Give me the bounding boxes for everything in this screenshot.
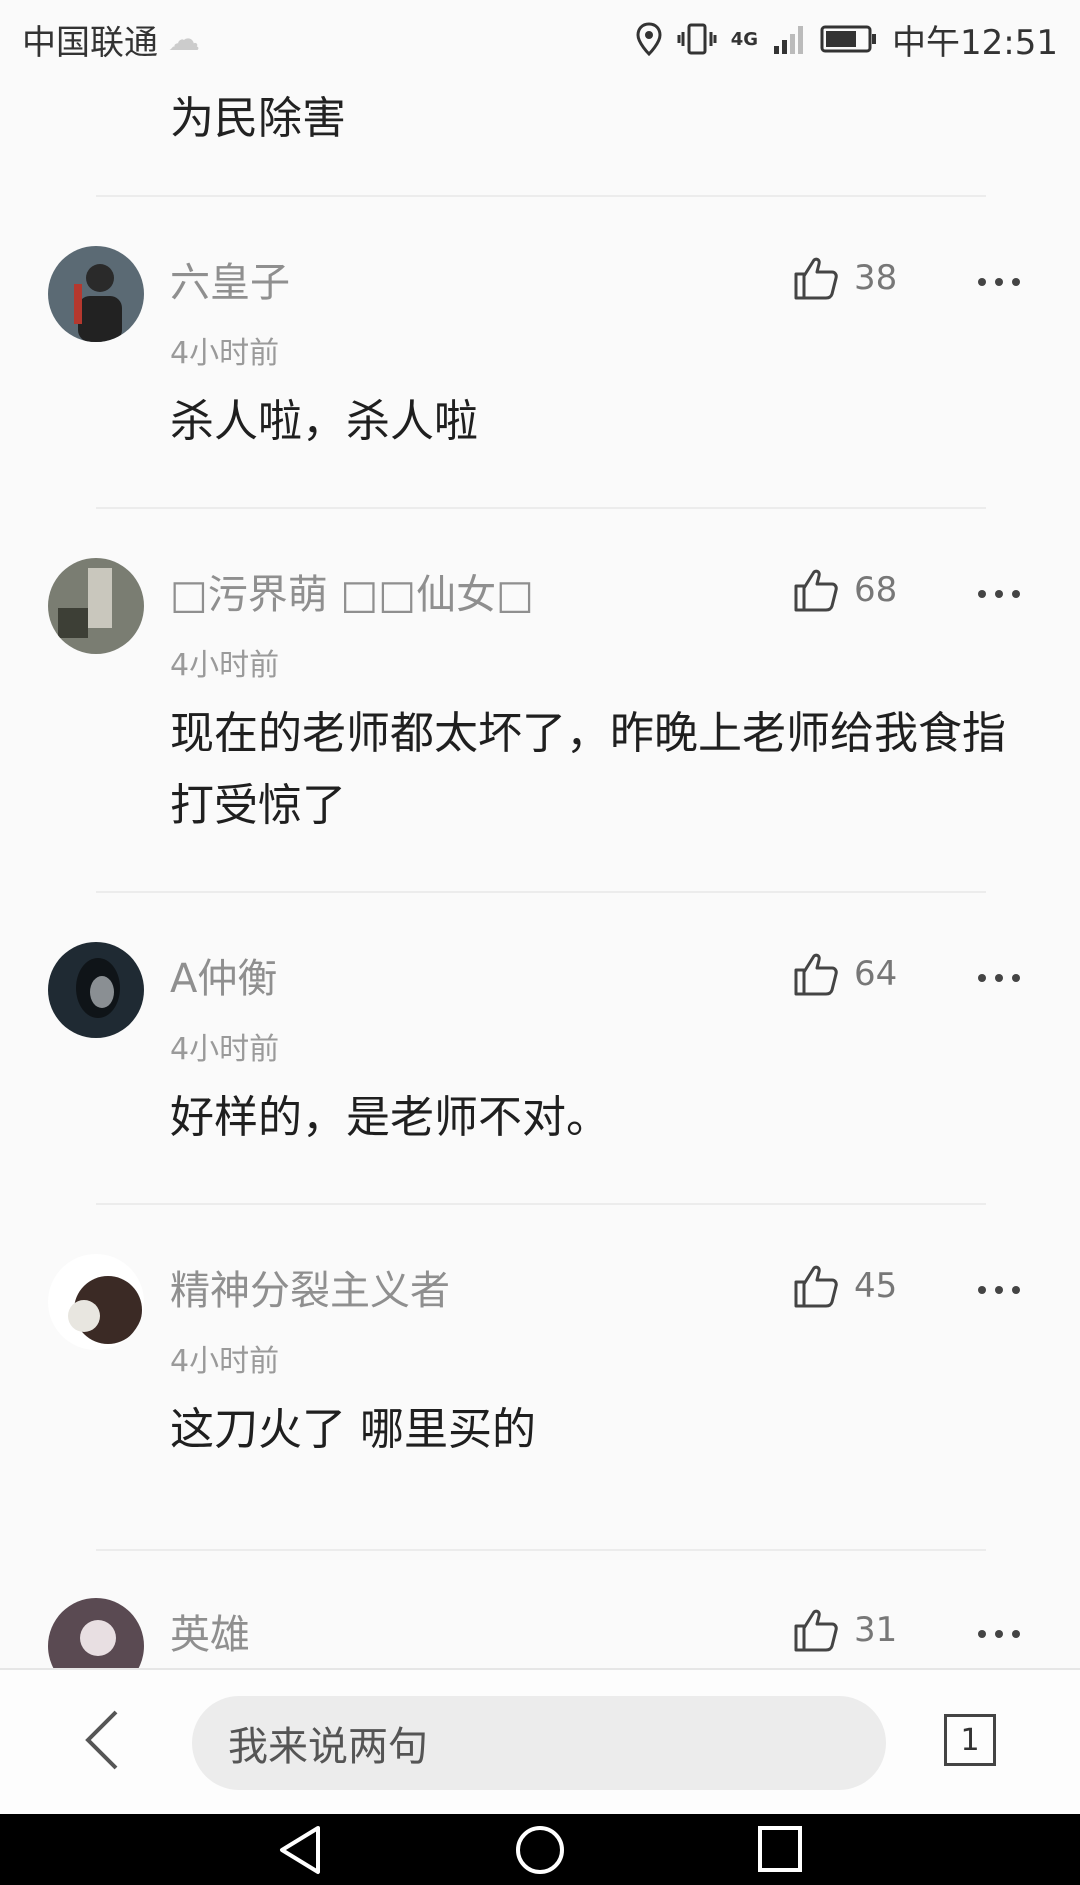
avatar[interactable] [48,942,144,1038]
like-count: 68 [854,570,898,610]
comment-item: 英雄 31 [0,1598,1080,1668]
status-bar: 中国联通 ☁ 4G 中午12:51 [0,0,1080,78]
divider [96,1203,986,1205]
avatar[interactable] [48,558,144,654]
status-right: 4G 中午12:51 [635,15,1058,64]
like-count: 31 [854,1610,898,1650]
comment-count-button[interactable]: 1 [944,1714,996,1766]
thumbs-up-icon [794,257,838,300]
username[interactable]: 英雄 [170,1602,250,1660]
signal-icon [774,26,804,54]
chevron-left-icon [85,1710,118,1770]
comment-text: 这刀火了 哪里买的 [170,1404,536,1455]
avatar[interactable] [48,246,144,342]
location-icon [636,22,662,56]
comment-input-placeholder: 我来说两句 [228,1724,428,1770]
username[interactable]: 精神分裂主义者 [170,1258,450,1316]
comment-time: 4小时前 [170,1032,280,1067]
username[interactable]: A仲衡 [170,946,277,1004]
vibrate-icon [677,23,717,55]
like-button[interactable]: 38 [792,254,897,302]
carrier-label: 中国联通 [22,22,158,63]
comment-count: 1 [960,1722,980,1758]
divider [96,507,986,509]
avatar[interactable] [48,1598,144,1668]
nav-recents-icon[interactable] [756,1824,804,1876]
comment-input-bar: 我来说两句 1 [0,1668,1080,1816]
comment-input[interactable]: 我来说两句 [192,1696,886,1790]
nav-home-icon[interactable] [514,1824,566,1876]
comment-text: 好样的，是老师不对。 [170,1092,610,1143]
cloud-icon: ☁ [168,20,200,58]
thumbs-up-icon [794,1609,838,1652]
like-button[interactable]: 68 [792,566,897,614]
like-count: 45 [854,1266,898,1306]
like-button[interactable]: 31 [792,1606,897,1654]
more-options-button[interactable] [978,590,1020,598]
more-options-button[interactable] [978,1286,1020,1294]
like-button[interactable]: 45 [792,1262,897,1310]
thumbs-up-icon [794,1265,838,1308]
comment-time: 4小时前 [170,1344,280,1379]
divider [96,195,986,197]
like-button[interactable]: 64 [792,950,897,998]
divider [96,891,986,893]
comment-time: 4小时前 [170,336,280,371]
previous-comment-text: 为民除害 [170,93,346,144]
clock: 中午12:51 [892,22,1058,63]
network-type-label: 4G [730,28,759,50]
status-left: 中国联通 ☁ [22,15,200,64]
username[interactable]: 六皇子 [170,250,290,308]
divider [96,1549,986,1551]
more-options-button[interactable] [978,278,1020,286]
more-options-button[interactable] [978,974,1020,982]
comment-time: 4小时前 [170,648,280,683]
comment-text: 杀人啦，杀人啦 [170,396,478,447]
like-count: 38 [854,258,898,298]
avatar[interactable] [48,1254,144,1350]
like-count: 64 [854,954,898,994]
battery-icon [820,25,877,53]
nav-back-icon[interactable] [276,1824,322,1876]
more-options-button[interactable] [978,1630,1020,1638]
thumbs-up-icon [794,953,838,996]
back-button[interactable] [82,1708,122,1776]
comment-text: 现在的老师都太坏了，昨晚上老师给我食指打受惊了 [170,708,1006,831]
thumbs-up-icon [794,569,838,612]
navigation-bar [0,1814,1080,1885]
username[interactable]: □污界萌 □□仙女□ [170,562,534,620]
